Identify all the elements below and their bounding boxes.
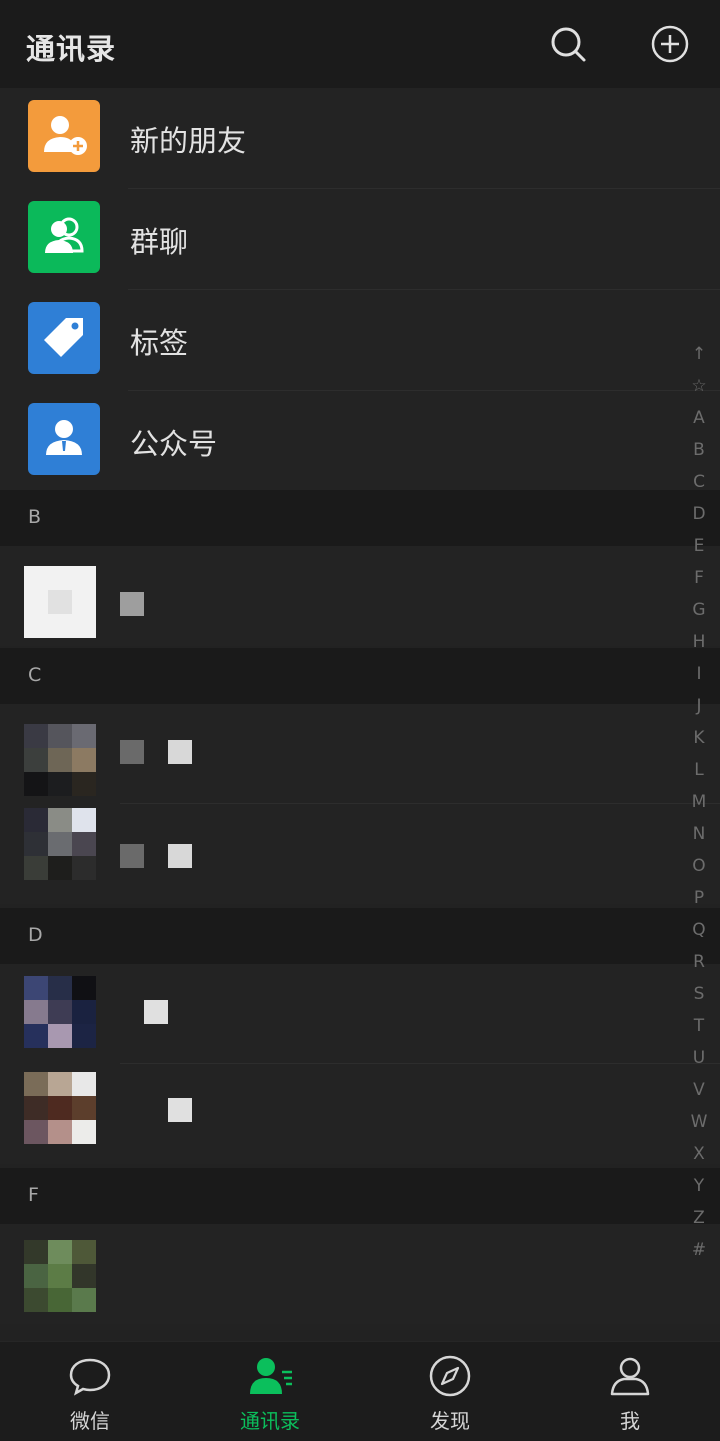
group-chats-item[interactable]: 群聊 xyxy=(0,189,720,290)
group-chats-label: 群聊 xyxy=(130,225,189,259)
avatar xyxy=(24,1240,96,1312)
section-header-c: C xyxy=(0,648,720,704)
section-header-b: B xyxy=(0,490,720,546)
section-letter: C xyxy=(28,664,42,686)
index-letter[interactable]: G xyxy=(688,594,710,626)
index-letter[interactable]: A xyxy=(688,402,710,434)
tab-discover[interactable]: 发现 xyxy=(360,1342,540,1441)
search-icon xyxy=(551,27,586,62)
index-letter[interactable]: S xyxy=(688,978,710,1010)
tags-item[interactable]: 标签 xyxy=(0,290,720,391)
plus-circle-icon xyxy=(651,25,689,63)
contact-row[interactable] xyxy=(0,1224,720,1324)
official-account-icon xyxy=(28,403,100,475)
contact-name-redacted xyxy=(120,592,144,616)
contacts-icon xyxy=(250,1358,292,1394)
section-letter: D xyxy=(28,924,43,946)
section-header-f: F xyxy=(0,1168,720,1224)
tags-label: 标签 xyxy=(130,326,189,360)
person-icon xyxy=(610,1357,650,1396)
index-letter[interactable]: Z xyxy=(688,1202,710,1234)
contact-name-redacted xyxy=(120,844,144,868)
contact-name-redacted xyxy=(120,740,144,764)
index-letter[interactable]: Q xyxy=(688,914,710,946)
index-letter[interactable]: Y xyxy=(688,1170,710,1202)
index-letter[interactable]: X xyxy=(688,1138,710,1170)
new-friends-item[interactable]: 新的朋友 xyxy=(0,88,720,189)
avatar xyxy=(24,1072,96,1144)
index-letter[interactable]: C xyxy=(688,466,710,498)
index-letter[interactable]: P xyxy=(688,882,710,914)
section-letter: F xyxy=(28,1184,39,1206)
index-letter[interactable]: I xyxy=(688,658,710,690)
avatar xyxy=(24,808,96,880)
index-letter[interactable]: T xyxy=(688,1010,710,1042)
avatar xyxy=(24,976,96,1048)
index-letter[interactable]: K xyxy=(688,722,710,754)
index-letter[interactable]: O xyxy=(688,850,710,882)
tab-contacts[interactable]: 通讯录 xyxy=(180,1342,360,1441)
tab-discover-label: 发现 xyxy=(430,1409,470,1433)
index-letter[interactable]: E xyxy=(688,530,710,562)
index-letter[interactable]: V xyxy=(688,1074,710,1106)
contact-name-redacted xyxy=(168,740,192,764)
contacts-list[interactable]: 新的朋友 群聊 标签 公众号 B C D F ↑ ☆ A B C D E F G… xyxy=(0,88,720,1341)
index-letter[interactable]: ☆ xyxy=(688,370,710,402)
tag-icon xyxy=(28,302,100,374)
add-friend-icon xyxy=(28,100,100,172)
section-letter: B xyxy=(28,506,42,528)
index-letter[interactable]: F xyxy=(688,562,710,594)
index-letter[interactable]: H xyxy=(688,626,710,658)
compass-icon xyxy=(429,1355,471,1397)
index-letter[interactable]: N xyxy=(688,818,710,850)
tab-chats[interactable]: 微信 xyxy=(0,1342,180,1441)
contact-row[interactable] xyxy=(0,804,720,904)
search-button[interactable] xyxy=(548,24,588,64)
official-accounts-item[interactable]: 公众号 xyxy=(0,391,720,492)
avatar xyxy=(24,724,96,796)
bottom-tab-bar: 微信 通讯录 发现 我 xyxy=(0,1341,720,1441)
contact-name-redacted xyxy=(168,1098,192,1122)
index-letter[interactable]: D xyxy=(688,498,710,530)
contact-row[interactable] xyxy=(0,964,720,1064)
contact-name-redacted xyxy=(168,844,192,868)
contact-row[interactable] xyxy=(0,704,720,804)
index-letter[interactable]: ↑ xyxy=(688,338,710,370)
index-letter[interactable]: W xyxy=(688,1106,710,1138)
tab-chats-label: 微信 xyxy=(70,1409,110,1433)
avatar-pixel xyxy=(48,590,72,614)
contact-row[interactable] xyxy=(0,1064,720,1164)
page-title: 通讯录 xyxy=(26,32,117,66)
section-header-d: D xyxy=(0,908,720,964)
chat-bubble-icon xyxy=(69,1358,111,1396)
index-letter[interactable]: B xyxy=(688,434,710,466)
contact-row[interactable] xyxy=(0,546,720,646)
tab-me[interactable]: 我 xyxy=(540,1342,720,1441)
alphabet-index[interactable]: ↑ ☆ A B C D E F G H I J K L M N O P Q R S T U V W X Y Z # xyxy=(688,338,710,1266)
index-letter[interactable]: U xyxy=(688,1042,710,1074)
top-bar: 通讯录 xyxy=(0,0,720,88)
add-button[interactable] xyxy=(650,24,690,64)
contact-name-redacted xyxy=(144,1000,168,1024)
index-letter[interactable]: L xyxy=(688,754,710,786)
group-chat-icon xyxy=(28,201,100,273)
index-letter[interactable]: J xyxy=(688,690,710,722)
index-letter[interactable]: M xyxy=(688,786,710,818)
new-friends-label: 新的朋友 xyxy=(130,124,247,158)
tab-me-label: 我 xyxy=(620,1409,640,1433)
index-letter[interactable]: # xyxy=(688,1234,710,1266)
index-letter[interactable]: R xyxy=(688,946,710,978)
official-accounts-label: 公众号 xyxy=(130,427,218,461)
tab-contacts-label: 通讯录 xyxy=(240,1409,300,1433)
